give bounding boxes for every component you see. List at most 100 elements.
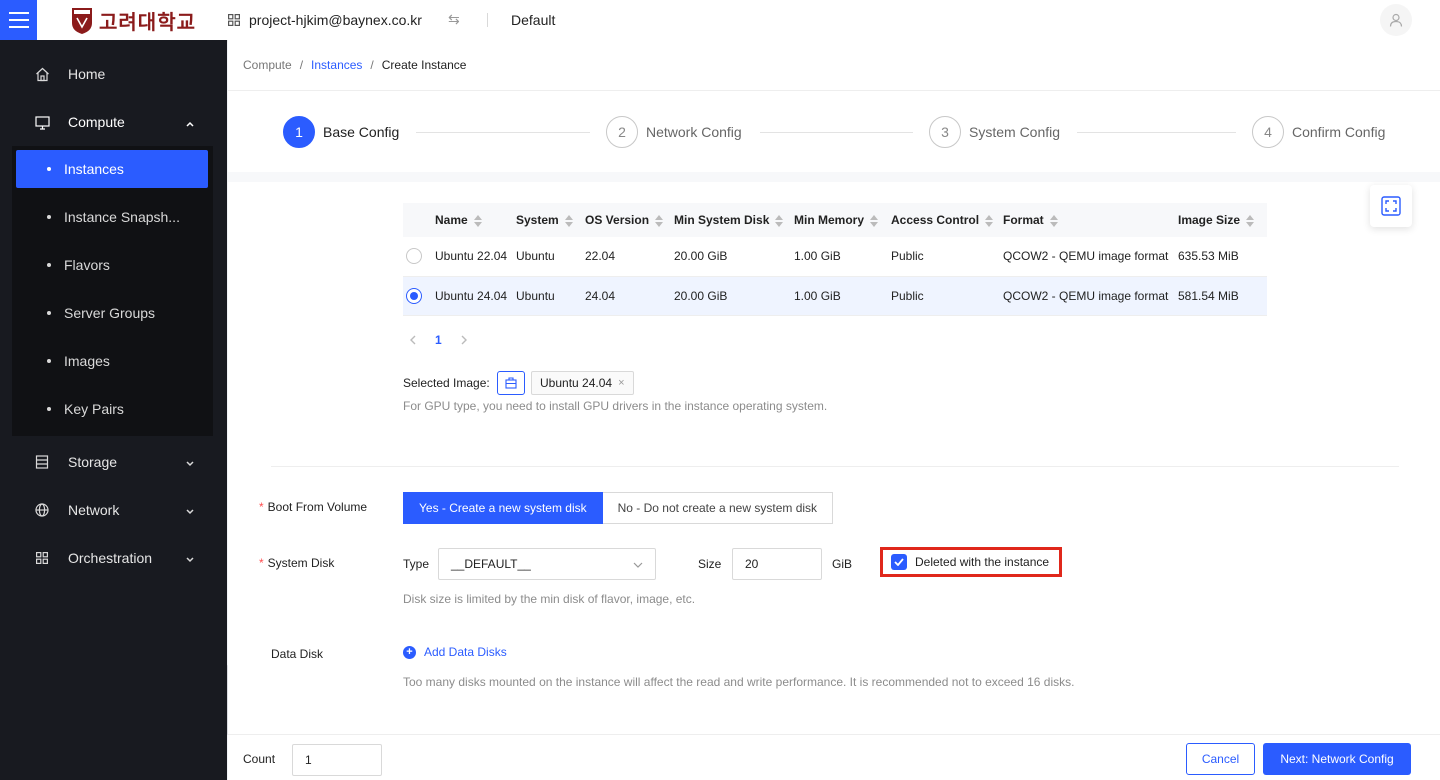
boot-no-option[interactable]: No - Do not create a new system disk [602, 492, 834, 524]
boot-yes-option[interactable]: Yes - Create a new system disk [403, 492, 603, 524]
table-header-min-memory[interactable]: Min Memory [794, 203, 891, 237]
hamburger-menu-icon[interactable] [0, 0, 37, 40]
sort-icon[interactable] [1246, 214, 1255, 227]
boot-from-volume-label: * Boot From Volume [259, 500, 367, 514]
close-icon[interactable]: × [618, 377, 624, 389]
required-mark: * [259, 556, 264, 570]
chevron-down-icon [185, 504, 195, 520]
region-name[interactable]: Default [511, 12, 555, 28]
column-label: System [516, 213, 559, 227]
add-data-disks-button[interactable]: + Add Data Disks [403, 645, 507, 659]
delete-with-instance-checkbox[interactable]: Deleted with the instance [880, 547, 1062, 577]
checkbox-checked-icon[interactable] [891, 554, 907, 570]
sidebar-item-instances[interactable]: Instances [16, 150, 208, 188]
sidebar-item-home[interactable]: Home [0, 50, 227, 98]
apps-grid-icon [228, 14, 240, 26]
table-row[interactable]: Ubuntu 22.04 Ubuntu 22.04 20.00 GiB 1.00… [403, 237, 1267, 277]
table-header-select [403, 203, 435, 237]
sort-icon[interactable] [473, 214, 482, 227]
breadcrumb-compute[interactable]: Compute [243, 58, 292, 72]
sort-icon[interactable] [655, 214, 664, 227]
breadcrumb-instances[interactable]: Instances [311, 58, 362, 72]
column-label: Min Memory [794, 213, 865, 227]
sidebar-item-images[interactable]: Images [16, 342, 208, 380]
step-number: 4 [1252, 116, 1284, 148]
count-input[interactable]: 1 [292, 744, 382, 776]
sort-icon[interactable] [1049, 214, 1058, 227]
page-number[interactable]: 1 [435, 333, 442, 347]
sidebar-item-orchestration[interactable]: Orchestration [0, 534, 227, 582]
selected-image-label: Selected Image: [403, 376, 490, 390]
sidebar-item-label: Key Pairs [64, 401, 124, 417]
disk-type-select[interactable]: __DEFAULT__ [438, 548, 656, 580]
sort-icon[interactable] [985, 214, 994, 227]
breadcrumb: Compute / Instances / Create Instance [243, 58, 466, 72]
sidebar-item-label: Images [64, 353, 110, 369]
selected-image-value: Ubuntu 24.04 [540, 376, 613, 390]
sidebar-item-network[interactable]: Network [0, 486, 227, 534]
globe-icon [34, 502, 50, 518]
step-network-config: 2 Network Config [606, 116, 742, 148]
emblem-icon [72, 7, 92, 34]
image-type-icon[interactable] [497, 371, 525, 395]
row-radio[interactable] [406, 248, 422, 265]
image-table: Name System OS Version Min System Disk M… [403, 203, 1267, 316]
step-label: System Config [969, 124, 1061, 140]
sort-icon[interactable] [870, 214, 879, 227]
sidebar-item-key-pairs[interactable]: Key Pairs [16, 390, 208, 428]
sidebar-item-compute[interactable]: Compute [0, 98, 227, 146]
sidebar-item-label: Instance Snapsh... [64, 209, 180, 225]
monitor-icon [34, 114, 50, 130]
sidebar-item-flavors[interactable]: Flavors [16, 246, 208, 284]
swap-icon[interactable]: ⇆ [448, 11, 460, 28]
sidebar-item-server-groups[interactable]: Server Groups [16, 294, 208, 332]
sidebar-item-label: Storage [68, 454, 118, 470]
sort-icon[interactable] [775, 214, 784, 227]
wizard-steps: 1 Base Config 2 Network Config 3 System … [283, 116, 1393, 148]
chevron-down-icon [185, 552, 195, 568]
table-header-name[interactable]: Name [435, 203, 516, 237]
table-header-system[interactable]: System [516, 203, 585, 237]
sort-icon[interactable] [564, 214, 573, 227]
table-header-min-system-disk[interactable]: Min System Disk [674, 203, 794, 237]
chevron-left-icon[interactable] [409, 335, 417, 345]
boot-from-volume-toggle: Yes - Create a new system disk No - Do n… [403, 492, 834, 524]
gpu-hint: For GPU type, you need to install GPU dr… [403, 399, 828, 413]
university-logo[interactable]: 고려대학교 [71, 6, 196, 35]
data-disk-hint: Too many disks mounted on the instance w… [403, 675, 1075, 689]
sidebar-item-instance-snapshots[interactable]: Instance Snapsh... [16, 198, 208, 236]
disk-type-value: __DEFAULT__ [451, 557, 531, 571]
cell-access: Public [891, 276, 1003, 316]
table-header-access-control[interactable]: Access Control [891, 203, 1003, 237]
column-label: Image Size [1178, 213, 1241, 227]
divider [487, 13, 488, 27]
user-avatar-icon[interactable] [1380, 4, 1412, 36]
required-mark: * [259, 500, 264, 514]
cell-system: Ubuntu [516, 276, 585, 316]
table-header-format[interactable]: Format [1003, 203, 1178, 237]
count-label: Count [243, 752, 276, 766]
cancel-button[interactable]: Cancel [1186, 743, 1255, 775]
column-label: Format [1003, 213, 1044, 227]
sidebar-item-label: Flavors [64, 257, 110, 273]
cell-system: Ubuntu [516, 237, 585, 277]
chevron-right-icon[interactable] [460, 335, 468, 345]
disk-size-input[interactable]: 20 [732, 548, 822, 580]
cell-min-memory: 1.00 GiB [794, 237, 891, 277]
sidebar-item-label: Instances [64, 161, 124, 177]
checkbox-label: Deleted with the instance [915, 555, 1050, 569]
next-network-config-button[interactable]: Next: Network Config [1263, 743, 1411, 775]
sidebar-item-storage[interactable]: Storage [0, 438, 227, 486]
fullscreen-icon[interactable] [1370, 185, 1412, 227]
table-header-os-version[interactable]: OS Version [585, 203, 674, 237]
project-selector[interactable]: project-hjkim@baynex.co.kr [228, 12, 422, 28]
row-radio[interactable] [406, 287, 422, 304]
cell-size: 635.53 MiB [1178, 237, 1267, 277]
step-base-config: 1 Base Config [283, 116, 399, 148]
table-header-image-size[interactable]: Image Size [1178, 203, 1267, 237]
sidebar-item-label: Compute [68, 114, 125, 130]
field-label: System Disk [267, 556, 335, 570]
sidebar-item-label: Orchestration [68, 550, 153, 566]
table-row[interactable]: Ubuntu 24.04 Ubuntu 24.04 20.00 GiB 1.00… [403, 276, 1267, 316]
column-label: Min System Disk [674, 213, 770, 227]
